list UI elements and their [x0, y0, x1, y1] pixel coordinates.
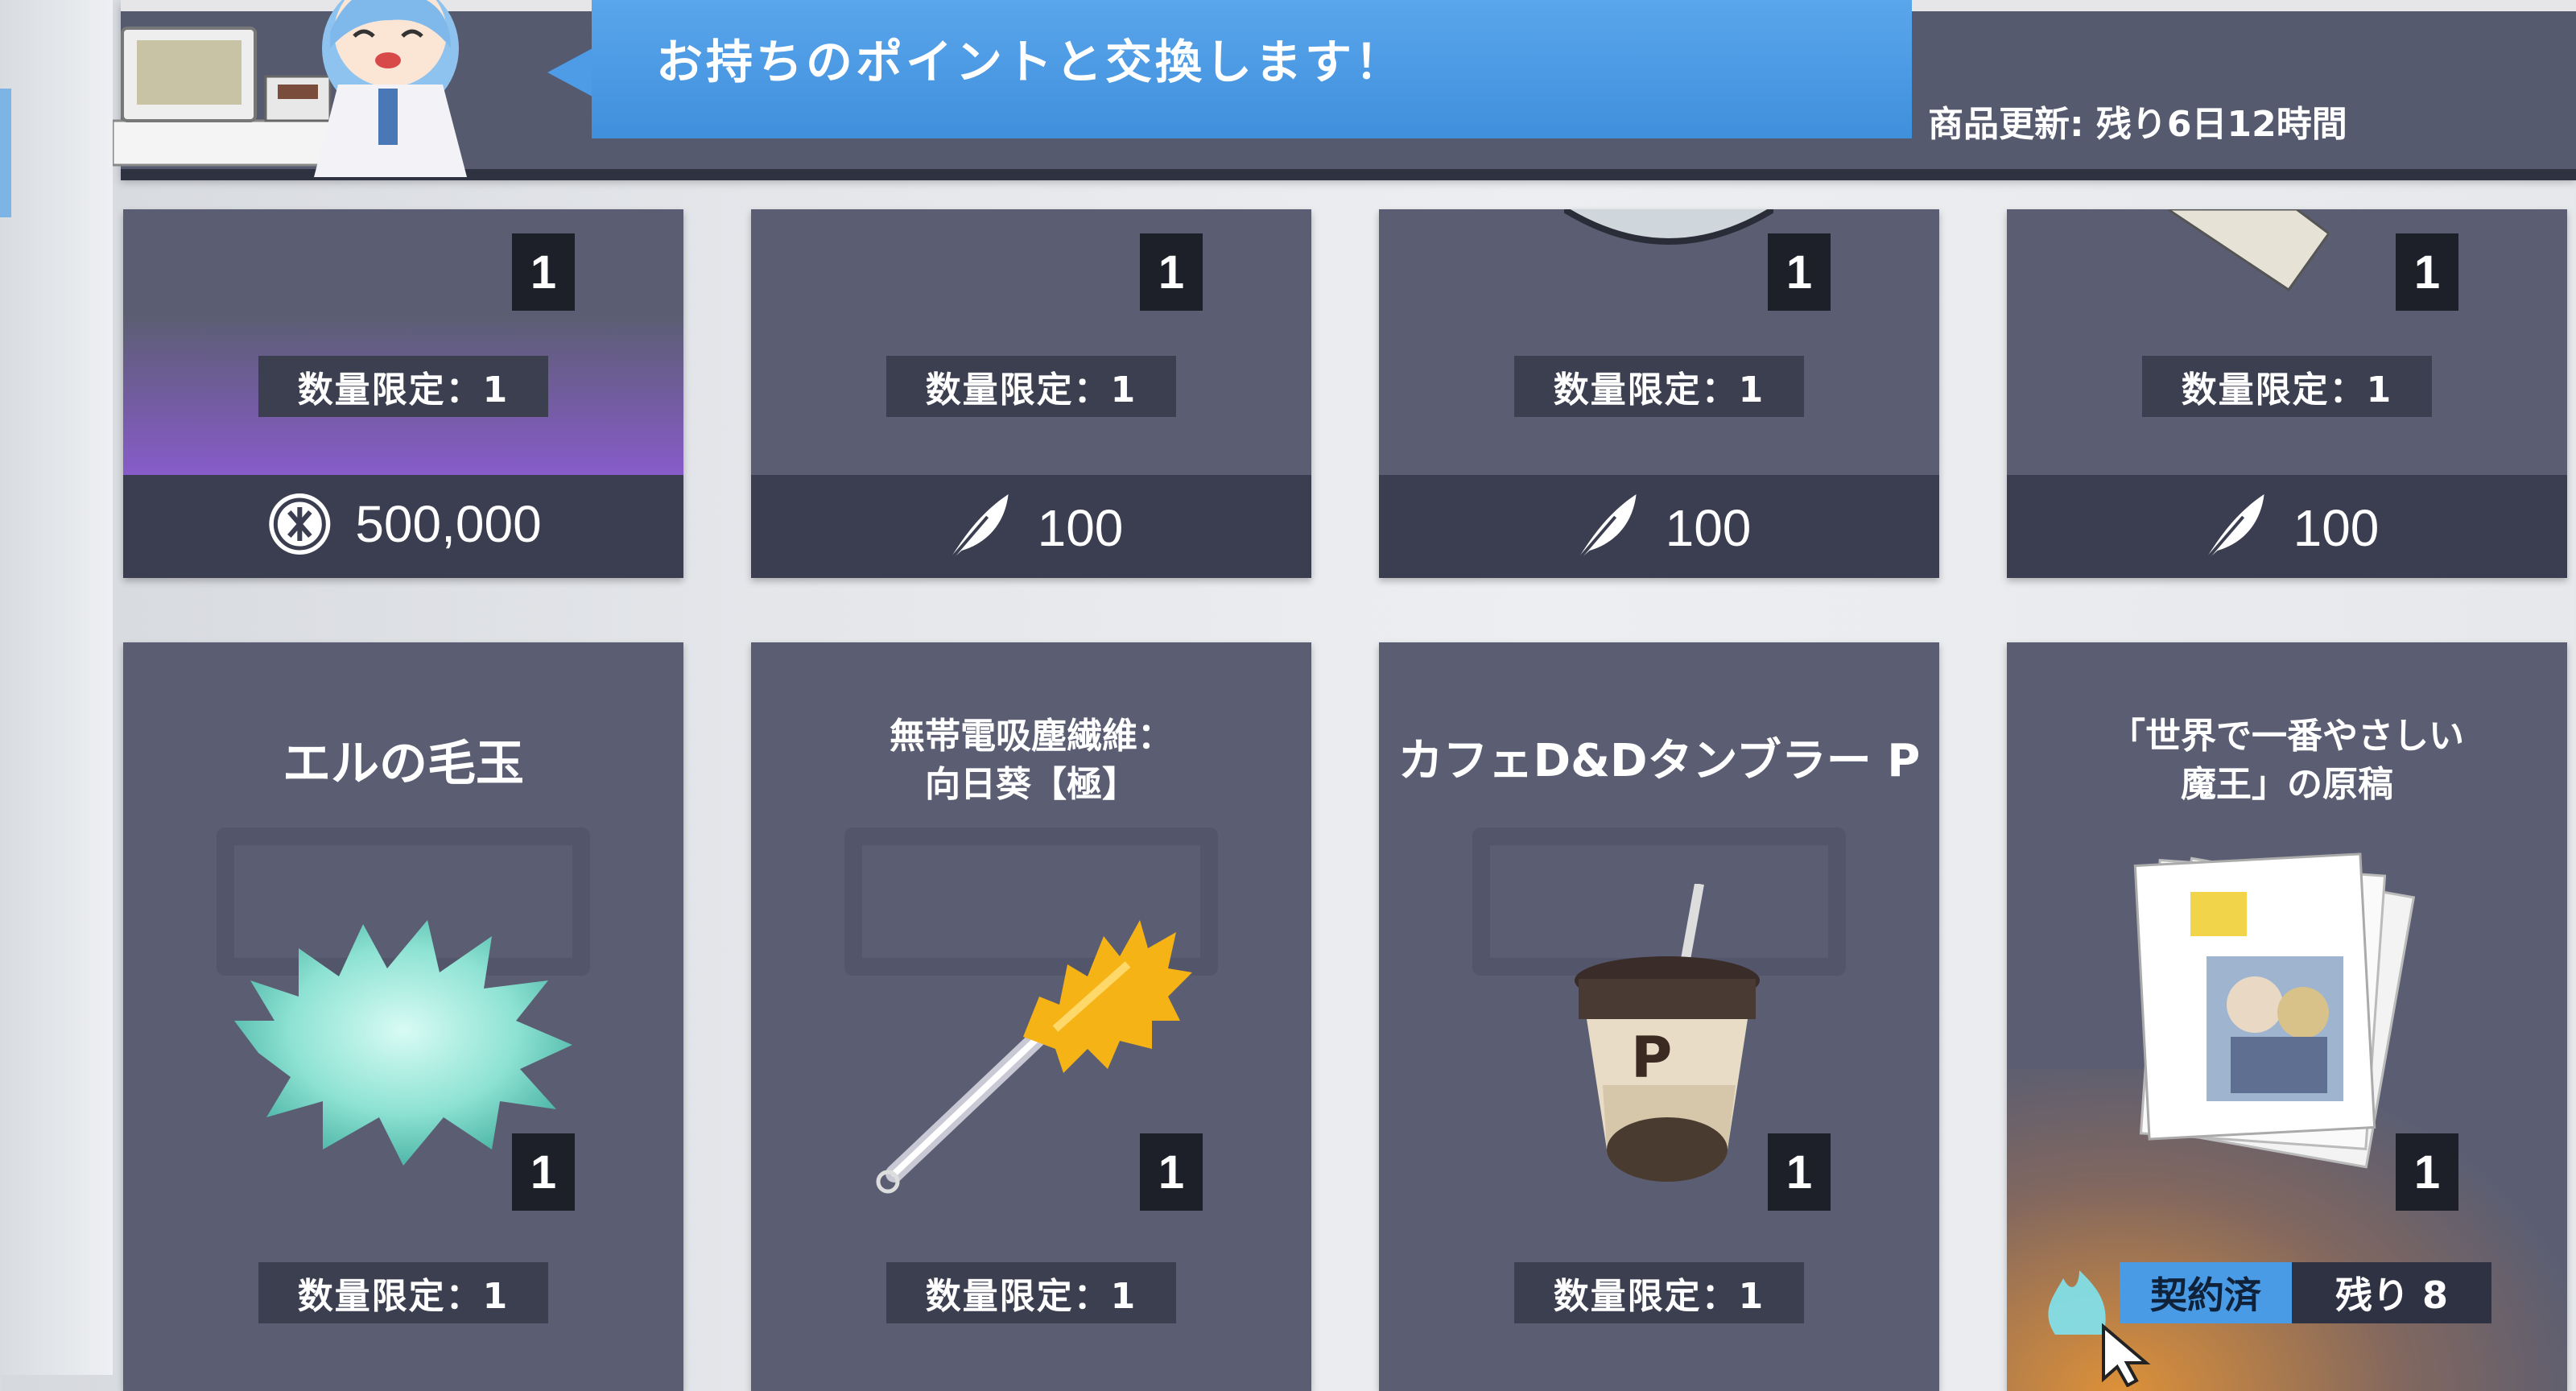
feather-icon: [1574, 494, 1637, 565]
shop-item-card[interactable]: 1 数量限定：1 500,000: [123, 209, 683, 578]
item-title-line1: 無帯電吸塵繊維：: [890, 716, 1173, 757]
cursor-icon: [2102, 1323, 2151, 1387]
quantity-badge: 1: [2396, 1133, 2458, 1211]
quantity-badge: 1: [512, 233, 575, 311]
price-value: 100: [2293, 499, 2380, 557]
shop-item-card[interactable]: エルの毛玉 1 数量限定：1: [123, 642, 683, 1391]
price-bar: 100: [2007, 475, 2567, 578]
refresh-timer: 商品更新: 残り6日12時間: [1928, 104, 2347, 145]
item-title: エルの毛玉: [283, 736, 524, 792]
limit-label: 数量限定：1: [1514, 356, 1804, 417]
price-value: 100: [1037, 499, 1124, 557]
item-title-line2: 魔王」の原稿: [2181, 764, 2393, 805]
price-bar: 100: [751, 475, 1311, 578]
item-art-partial: [2168, 209, 2329, 292]
speech-message: お持ちのポイントと交換します！: [656, 35, 1406, 89]
limit-label: 数量限定：1: [886, 1262, 1176, 1323]
price-value: 100: [1665, 499, 1752, 557]
shop-item-card[interactable]: 1 数量限定：1 100: [1379, 209, 1939, 578]
quantity-badge: 1: [1768, 1133, 1831, 1211]
feather-icon: [946, 494, 1009, 565]
shop-item-card[interactable]: 無帯電吸塵繊維： 向日葵【極】 1 数量限定：1: [751, 642, 1311, 1391]
fur-ball-image: [234, 920, 572, 1166]
limit-label: 数量限定：1: [886, 356, 1176, 417]
quantity-badge: 1: [512, 1133, 575, 1211]
item-title-line2: 向日葵【極】: [925, 764, 1137, 805]
shop-item-card[interactable]: 1 数量限定：1 100: [2007, 209, 2567, 578]
quantity-badge: 1: [2396, 233, 2458, 311]
price-value: 500,000: [355, 495, 542, 553]
limit-label: 数量限定：1: [258, 1262, 548, 1323]
price-bar: 100: [1379, 475, 1939, 578]
speech-bubble-tail: [547, 48, 592, 97]
quantity-badge: 1: [1140, 1133, 1203, 1211]
limit-label: 数量限定：1: [2142, 356, 2432, 417]
contract-status: 契約済 残り 8: [2120, 1262, 2491, 1323]
limit-label: 数量限定：1: [1514, 1262, 1804, 1323]
coin-icon: [269, 493, 331, 555]
shop-item-card[interactable]: カフェD&Dタンブラー P P 1 数量限定：1: [1379, 642, 1939, 1391]
shopkeeper-mascot: [113, 0, 467, 177]
feather-icon: [2202, 494, 2264, 565]
svg-text:P: P: [1631, 1025, 1672, 1091]
item-art-partial: [1564, 209, 1773, 245]
contract-remaining: 残り 8: [2334, 1273, 2449, 1317]
price-bar: 500,000: [123, 475, 683, 578]
contract-label: 契約済: [2120, 1262, 2292, 1323]
left-rail: [0, 0, 113, 1375]
quantity-badge: 1: [1768, 233, 1831, 311]
item-title: カフェD&Dタンブラー P: [1397, 735, 1921, 787]
limit-label: 数量限定：1: [258, 356, 548, 417]
quantity-badge: 1: [1140, 233, 1203, 311]
shop-item-card[interactable]: 「世界で一番やさしい 魔王」の原稿 1 契約済 残り 8: [2007, 642, 2567, 1391]
left-accent: [0, 89, 11, 217]
tumbler-image: P: [1575, 884, 1760, 1182]
manuscript-image: [2133, 852, 2416, 1169]
shop-item-card[interactable]: 1 数量限定：1 100: [751, 209, 1311, 578]
item-title-line1: 「世界で一番やさしい: [2110, 716, 2464, 757]
